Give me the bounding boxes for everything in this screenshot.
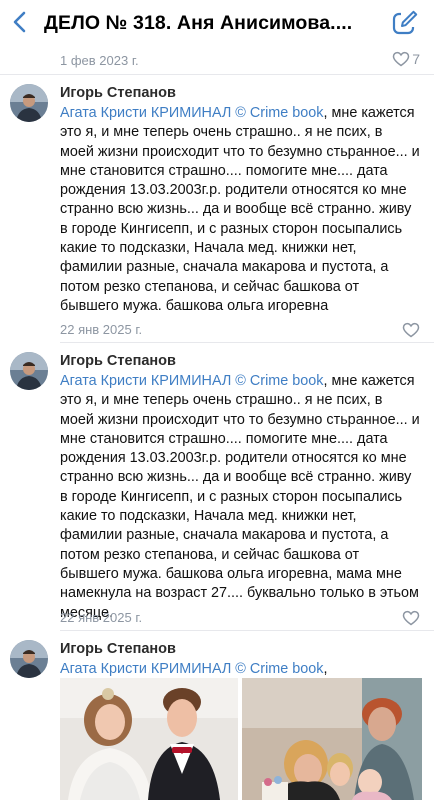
divider xyxy=(60,342,434,343)
comment-author[interactable]: Игорь Степанов xyxy=(60,641,176,657)
family-photo[interactable] xyxy=(242,678,422,800)
avatar[interactable] xyxy=(10,84,48,122)
reply-mention[interactable]: Агата Кристи КРИМИНАЛ © Crime book xyxy=(60,661,323,677)
page-title: ДЕЛО № 318. Аня Анисимова.... xyxy=(44,12,353,34)
comment-body: , мне кажется это я, и мне теперь очень … xyxy=(60,373,420,621)
heart-icon xyxy=(392,51,410,67)
top-bar: ДЕЛО № 318. Аня Анисимова.... xyxy=(0,0,434,46)
divider xyxy=(0,74,434,75)
post-date: 1 фев 2023 г. xyxy=(60,53,139,68)
compose-icon[interactable] xyxy=(391,9,419,37)
comment-body: , мне кажется это я, и мне теперь очень … xyxy=(60,105,420,314)
comment-body: , xyxy=(323,661,328,677)
comment-text: Агата Кристи КРИМИНАЛ © Crime book, xyxy=(60,660,420,679)
heart-icon[interactable] xyxy=(402,322,420,338)
comment-date: 22 янв 2025 г. xyxy=(60,322,143,337)
comment-date: 22 янв 2025 г. xyxy=(60,610,143,625)
reply-mention[interactable]: Агата Кристи КРИМИНАЛ © Crime book xyxy=(60,373,323,389)
avatar[interactable] xyxy=(10,352,48,390)
photo-attachments xyxy=(60,678,422,800)
divider xyxy=(60,630,434,631)
heart-icon[interactable] xyxy=(402,610,420,626)
wedding-photo[interactable] xyxy=(60,678,238,800)
reply-mention[interactable]: Агата Кристи КРИМИНАЛ © Crime book xyxy=(60,105,323,121)
comment-text: Агата Кристи КРИМИНАЛ © Crime book, мне … xyxy=(60,372,420,623)
post-like-button[interactable]: 7 xyxy=(392,51,420,67)
comment-author[interactable]: Игорь Степанов xyxy=(60,85,176,101)
chevron-left-icon[interactable] xyxy=(10,10,30,34)
comment-text: Агата Кристи КРИМИНАЛ © Crime book, мне … xyxy=(60,104,420,316)
comment-author[interactable]: Игорь Степанов xyxy=(60,353,176,369)
post-meta: 1 фев 2023 г. 7 xyxy=(0,50,434,72)
avatar[interactable] xyxy=(10,640,48,678)
post-like-count: 7 xyxy=(412,51,420,67)
